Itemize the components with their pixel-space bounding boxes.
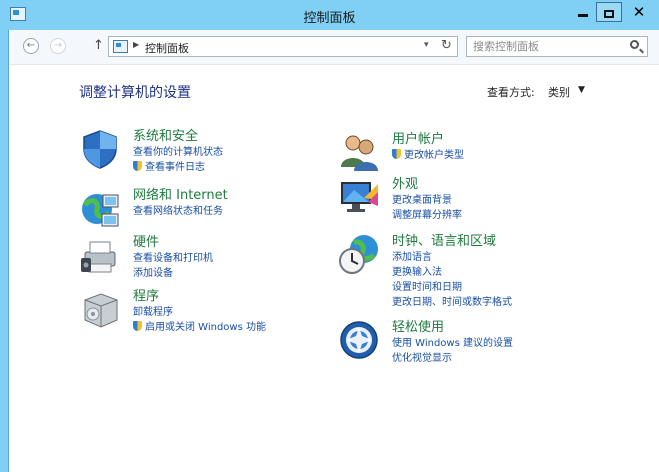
category-title[interactable]: 轻松使用	[392, 319, 652, 336]
search-input[interactable]	[473, 39, 623, 54]
content-panel: ← → ↑ ▶ 控制面板 ▾ ↻ 调整计算机的设置 查看方式: 类别 ▼	[8, 30, 659, 472]
maximize-icon	[604, 9, 614, 18]
ease-of-access-icon[interactable]	[338, 319, 380, 361]
category-link[interactable]: 添加语言	[392, 250, 652, 265]
category-title[interactable]: 外观	[392, 176, 652, 193]
category-link-label: 查看事件日志	[145, 162, 205, 173]
address-dropdown-icon[interactable]: ▾	[424, 40, 429, 50]
view-by-label: 查看方式:	[487, 86, 535, 99]
category-link[interactable]: 优化视觉显示	[392, 351, 652, 366]
navigation-bar: ← → ↑ ▶ 控制面板 ▾ ↻	[9, 30, 659, 65]
minimize-icon	[578, 14, 588, 17]
category-link-label: 更改帐户类型	[404, 150, 464, 161]
close-icon: ✕	[632, 3, 646, 21]
back-button[interactable]: ←	[23, 38, 39, 54]
category-link-label: 启用或关闭 Windows 功能	[145, 322, 266, 333]
programs-box-icon[interactable]	[79, 288, 121, 330]
control-panel-icon	[113, 40, 128, 53]
category-title[interactable]: 时钟、语言和区域	[392, 233, 652, 250]
back-arrow-icon: ←	[26, 40, 36, 51]
address-bar[interactable]: ▶ 控制面板 ▾ ↻	[108, 36, 458, 57]
uac-shield-icon	[133, 161, 142, 171]
window-title: 控制面板	[303, 11, 356, 26]
search-box[interactable]	[466, 36, 648, 57]
view-by-dropdown[interactable]: 类别	[548, 84, 570, 100]
forward-button[interactable]: →	[50, 38, 66, 54]
system-security-shield-icon[interactable]	[79, 128, 121, 170]
minimize-button[interactable]	[570, 2, 596, 22]
search-icon[interactable]	[630, 40, 639, 49]
clock-globe-icon[interactable]	[338, 233, 380, 275]
network-globe-icon[interactable]	[79, 187, 121, 229]
printer-device-icon[interactable]	[79, 234, 121, 276]
view-by-dropdown-arrow-icon[interactable]: ▼	[578, 85, 585, 95]
appearance-monitor-icon[interactable]	[338, 176, 380, 218]
title-bar[interactable]: 控制面板 ✕	[0, 0, 659, 30]
category-link[interactable]: 更改桌面背景	[392, 193, 652, 208]
category-link[interactable]: 更改帐户类型	[392, 148, 652, 163]
close-button[interactable]: ✕	[622, 2, 656, 22]
breadcrumb-control-panel[interactable]: 控制面板	[145, 40, 189, 56]
page-title: 调整计算机的设置	[79, 85, 191, 101]
category-link[interactable]: 更改日期、时间或数字格式	[392, 295, 652, 310]
uac-shield-icon	[392, 149, 401, 159]
category-title[interactable]: 用户帐户	[392, 131, 652, 148]
user-accounts-icon[interactable]	[338, 131, 380, 173]
up-arrow-icon: ↑	[93, 38, 104, 53]
category-link[interactable]: 更换输入法	[392, 265, 652, 280]
maximize-button[interactable]	[596, 2, 622, 22]
breadcrumb-caret-icon[interactable]: ▶	[133, 40, 139, 49]
category-link[interactable]: 卸载程序	[133, 305, 393, 320]
category-title[interactable]: 程序	[133, 288, 393, 305]
category-link[interactable]: 使用 Windows 建议的设置	[392, 336, 652, 351]
refresh-icon[interactable]: ↻	[441, 38, 452, 53]
forward-arrow-icon: →	[53, 40, 63, 51]
category-link[interactable]: 调整屏幕分辨率	[392, 208, 652, 223]
up-button[interactable]: ↑	[93, 38, 104, 53]
category-link[interactable]: 设置时间和日期	[392, 280, 652, 295]
control-panel-window: 控制面板 ✕ ← → ↑ ▶ 控制面板 ▾ ↻ 调整计算机的设置 查看方式: 类…	[0, 0, 659, 472]
uac-shield-icon	[133, 321, 142, 331]
